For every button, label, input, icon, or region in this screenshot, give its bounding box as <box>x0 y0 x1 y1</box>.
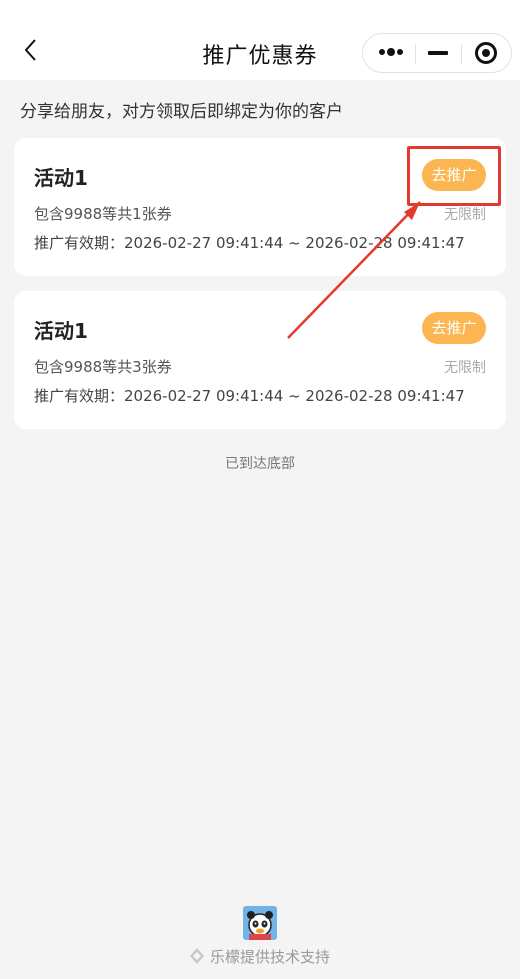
activity-title: 活动1 <box>34 319 88 343</box>
footer-support: 乐檬提供技术支持 <box>0 946 520 967</box>
coupon-count: 包含9988等共3张券 <box>34 358 172 376</box>
share-tip: 分享给朋友，对方领取后即绑定为你的客户 <box>20 102 343 122</box>
minus-icon <box>428 51 448 55</box>
promote-button[interactable]: 去推广 <box>422 312 486 344</box>
close-button[interactable] <box>461 34 513 72</box>
limit-label: 无限制 <box>444 360 486 376</box>
more-button[interactable] <box>363 34 415 72</box>
panda-avatar-icon <box>243 906 277 940</box>
navigation-bar: 推广优惠券 <box>0 0 520 80</box>
more-dots-icon <box>379 48 403 57</box>
promotion-period: 推广有效期：2026-02-27 09:41:44 ~ 2026-02-28 0… <box>34 387 465 405</box>
coupon-activity-card: 活动1 去推广 包含9988等共1张券 无限制 推广有效期：2026-02-27… <box>14 138 506 276</box>
minimize-button[interactable] <box>415 34 461 72</box>
coupon-activity-card: 活动1 去推广 包含9988等共3张券 无限制 推广有效期：2026-02-27… <box>14 291 506 429</box>
promotion-period: 推广有效期：2026-02-27 09:41:44 ~ 2026-02-28 0… <box>34 234 465 252</box>
footer-support-text: 乐檬提供技术支持 <box>209 948 330 966</box>
coupon-count: 包含9988等共1张券 <box>34 205 172 223</box>
limit-label: 无限制 <box>444 207 486 223</box>
promote-button[interactable]: 去推广 <box>422 159 486 191</box>
diamond-logo-icon <box>189 948 204 964</box>
target-icon <box>475 42 497 64</box>
mini-program-capsule <box>362 33 512 73</box>
activity-title: 活动1 <box>34 166 88 190</box>
list-end-text: 已到达底部 <box>225 456 295 472</box>
